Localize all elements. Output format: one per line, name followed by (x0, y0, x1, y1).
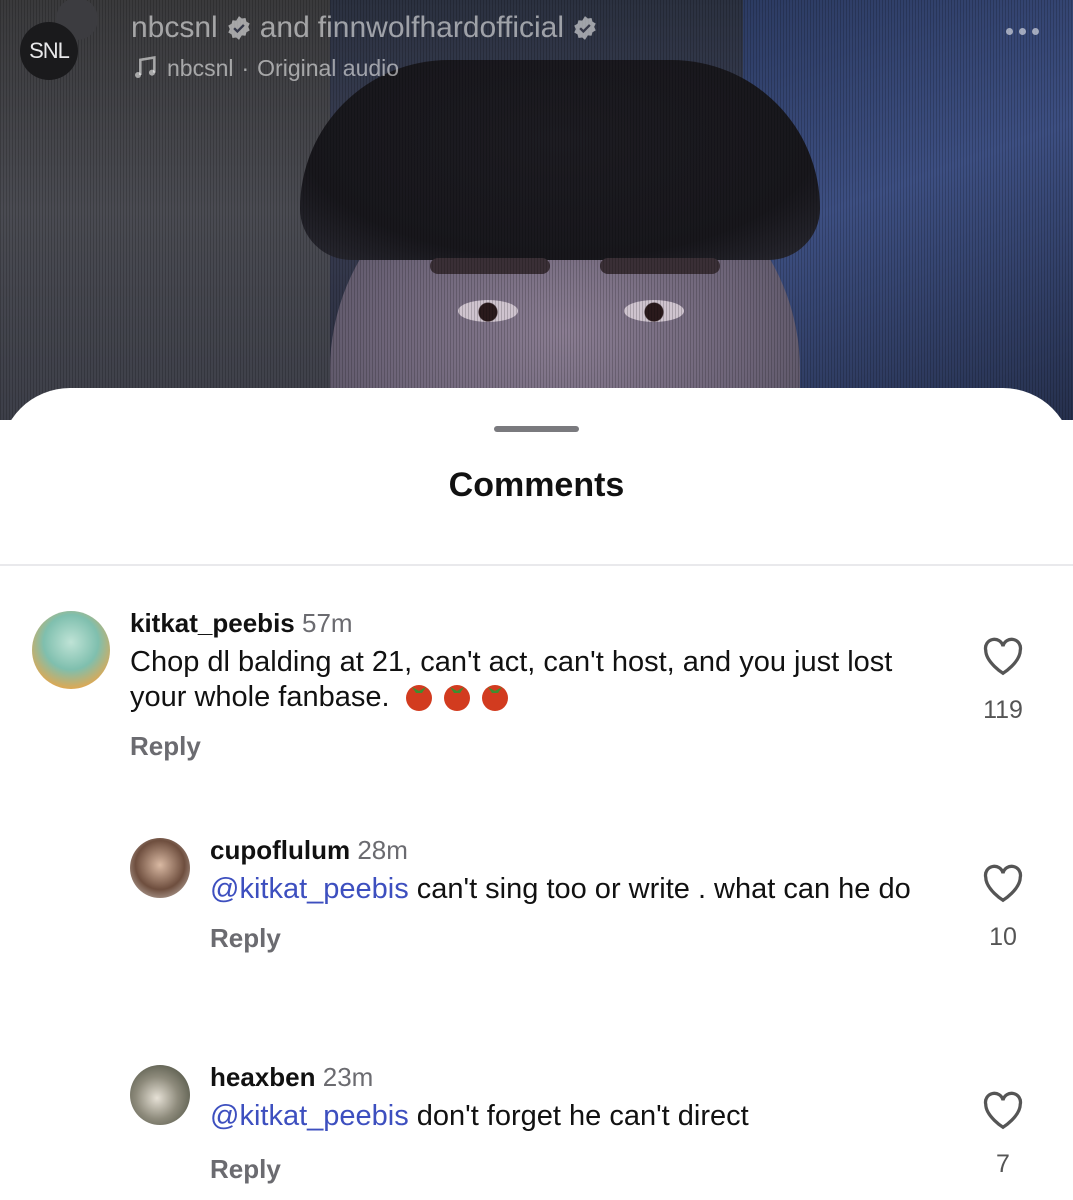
like-control: 119 (973, 636, 1033, 725)
audio-owner: nbcsnl (167, 54, 234, 81)
account-avatar[interactable]: SNL (20, 22, 78, 80)
commenter-avatar[interactable] (130, 838, 190, 898)
comment-mention[interactable]: @kitkat_peebis (210, 1100, 409, 1132)
video-player[interactable]: SNL nbcsnl and finnwolfhardofficial nbcs… (0, 0, 1073, 420)
comment-body: kitkat_peebis 57m Chop dl balding at 21,… (130, 608, 930, 762)
like-count: 10 (989, 923, 1017, 951)
reply-button[interactable]: Reply (210, 923, 930, 954)
video-background-right (743, 0, 1073, 420)
heart-outline-icon[interactable] (981, 1090, 1025, 1130)
audio-label: Original audio (257, 54, 400, 81)
comment-mention[interactable]: @kitkat_peebis (210, 873, 409, 905)
comment-username[interactable]: cupoflulum (210, 835, 350, 865)
video-eye-left (458, 300, 518, 322)
sheet-divider (0, 564, 1073, 566)
comment-time: 28m (357, 835, 408, 865)
reply-button[interactable]: Reply (130, 731, 930, 762)
audio-separator: · (241, 54, 250, 81)
comment-time: 57m (301, 608, 353, 638)
author-2-username[interactable]: finnwolfhardofficial (318, 11, 564, 45)
comment-text: @kitkat_peebis can't sing too or write .… (210, 872, 930, 907)
tomato-emoji-icon (443, 685, 470, 711)
comments-sheet: Comments kitkat_peebis 57m Chop dl baldi… (0, 388, 1073, 1200)
comment-meta: cupoflulum 28m (210, 835, 930, 866)
heart-outline-icon[interactable] (981, 636, 1025, 676)
comment-username[interactable]: kitkat_peebis (130, 608, 295, 638)
commenter-avatar[interactable] (32, 611, 110, 689)
post-header: nbcsnl and finnwolfhardofficial nbcsnl ·… (131, 10, 598, 82)
video-face (330, 150, 800, 420)
video-hair (300, 60, 820, 260)
sheet-title: Comments (448, 466, 625, 504)
audio-attribution[interactable]: nbcsnl · Original audio (131, 54, 598, 82)
like-control: 7 (973, 1090, 1033, 1179)
post-authors: nbcsnl and finnwolfhardofficial (131, 10, 598, 46)
comment-meta: heaxben 23m (210, 1062, 930, 1093)
like-count: 7 (996, 1150, 1010, 1178)
reply-button[interactable]: Reply (210, 1154, 930, 1185)
commenter-avatar[interactable] (130, 1065, 190, 1125)
comment-text: @kitkat_peebis don't forget he can't dir… (210, 1099, 930, 1134)
sheet-grabber-handle[interactable] (494, 426, 579, 432)
video-brow-left (430, 258, 550, 274)
comment-text-content: don't forget he can't direct (408, 1100, 749, 1132)
author-joiner: and (259, 11, 310, 44)
comment-text: Chop dl balding at 21, can't act, can't … (130, 645, 930, 715)
video-brow-right (600, 258, 720, 274)
author-1-username[interactable]: nbcsnl (131, 11, 218, 45)
comment-body: heaxben 23m @kitkat_peebis don't forget … (210, 1062, 930, 1185)
like-control: 10 (973, 863, 1033, 952)
video-eye-right (624, 300, 684, 322)
like-count: 119 (983, 696, 1023, 724)
tomato-emoji-icon (405, 685, 432, 711)
comment-username[interactable]: heaxben (210, 1062, 316, 1092)
comment-body: cupoflulum 28m @kitkat_peebis can't sing… (210, 835, 930, 954)
heart-outline-icon[interactable] (981, 863, 1025, 903)
music-note-icon (134, 55, 156, 79)
tomato-emoji-icon (481, 685, 508, 711)
comment-time: 23m (322, 1062, 374, 1092)
comment-text-content: can't sing too or write . what can he do (408, 873, 911, 905)
verified-badge-icon (574, 16, 596, 40)
comment-meta: kitkat_peebis 57m (130, 608, 930, 639)
more-options-icon[interactable] (1006, 28, 1039, 35)
verified-badge-icon (227, 16, 250, 40)
